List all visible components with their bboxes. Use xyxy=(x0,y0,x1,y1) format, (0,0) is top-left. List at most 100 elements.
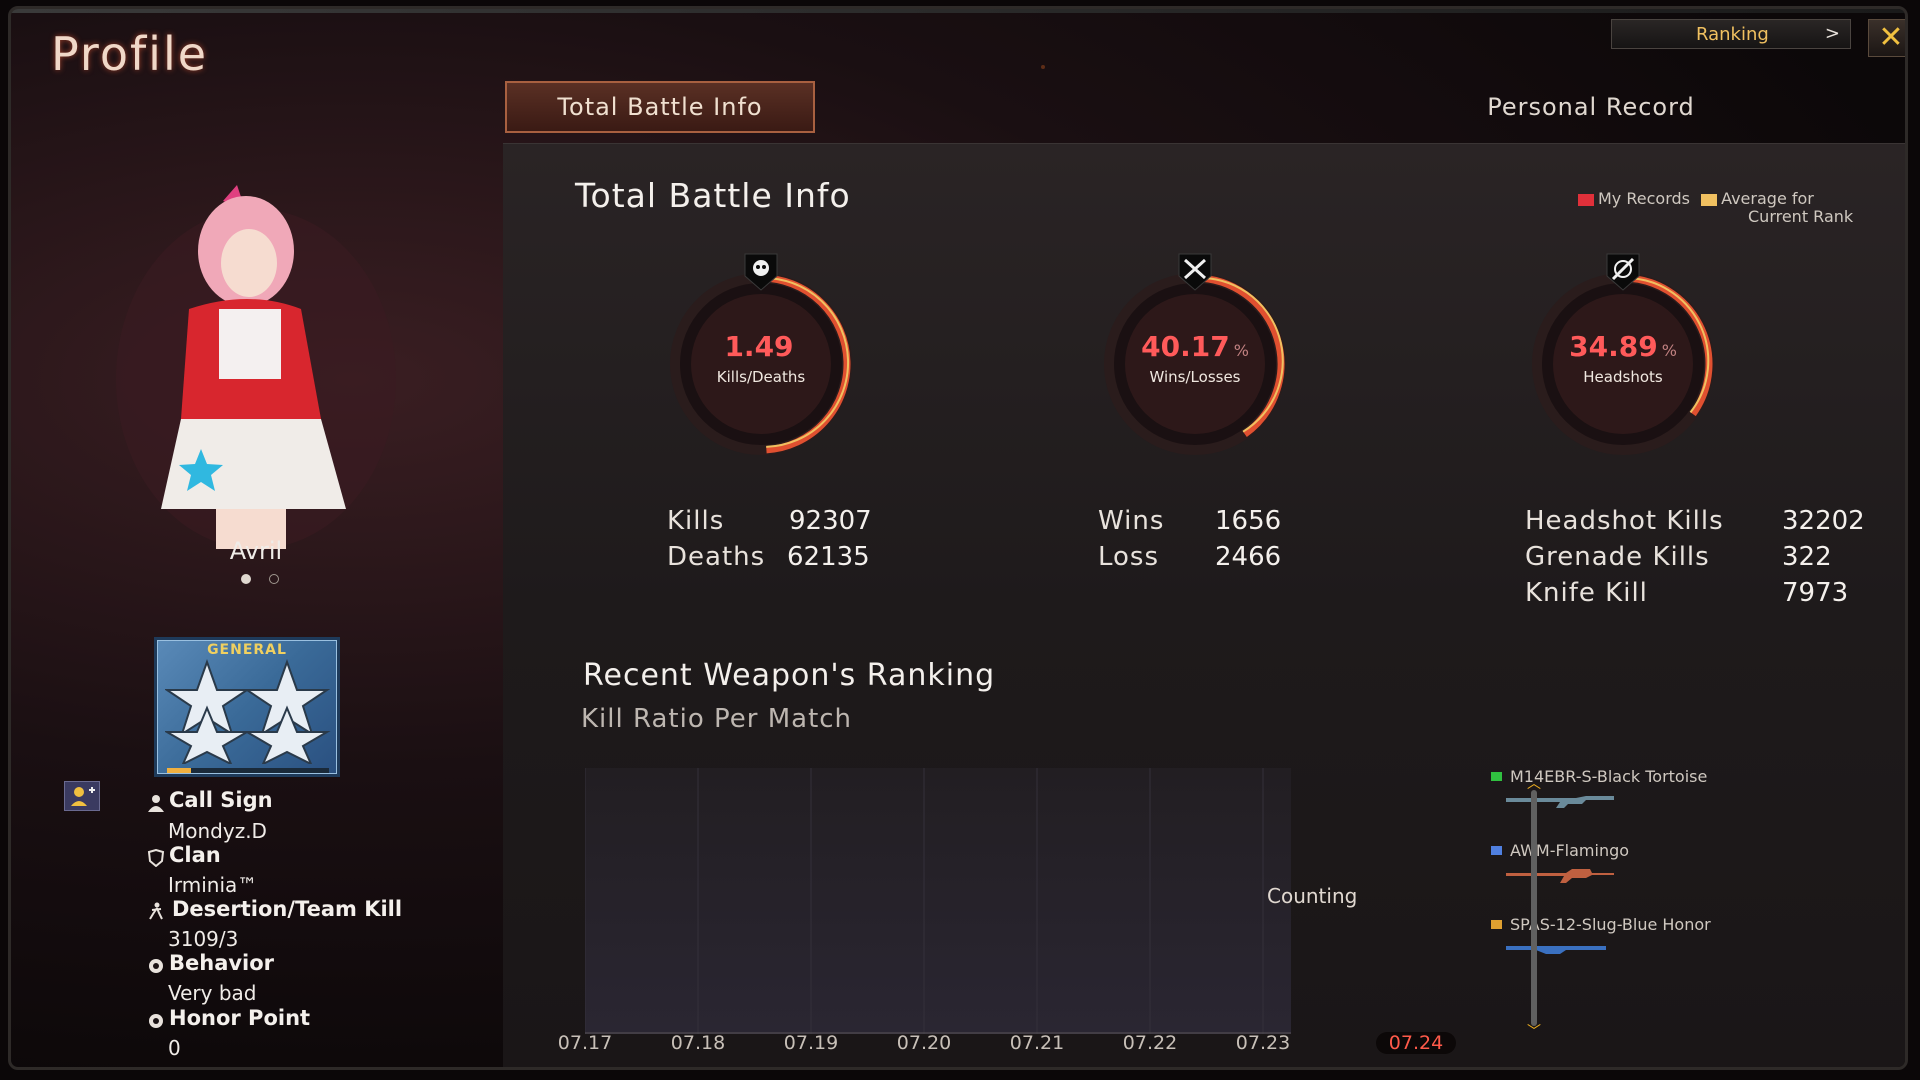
my-records-swatch xyxy=(1578,193,1594,206)
headshot-kills-label: Headshot Kills xyxy=(1525,506,1724,536)
weapon-ranking-subtitle: Kill Ratio Per Match xyxy=(581,704,853,734)
average-label: Average for xyxy=(1721,189,1814,208)
wl-label: Wins/Losses xyxy=(1149,368,1241,386)
ember-particle xyxy=(1041,65,1045,69)
loss-label: Loss xyxy=(1098,542,1160,572)
loss-value: 2466 xyxy=(1215,542,1282,572)
rank-insignia: GENERAL xyxy=(154,637,340,777)
kd-gauge-value-wrap: 1.49 xyxy=(661,330,861,363)
knife-kill-label: Knife Kill xyxy=(1525,578,1648,608)
average-swatch xyxy=(1701,193,1718,206)
rifle-icon xyxy=(1506,796,1614,808)
page-title: Profile xyxy=(51,27,209,81)
call-sign-label: Call Sign xyxy=(169,788,273,812)
running-person-icon xyxy=(149,902,163,920)
rank-title: GENERAL xyxy=(207,642,287,658)
hs-unit: % xyxy=(1661,341,1677,360)
headshot-gauge-ring xyxy=(1532,273,1714,455)
character-name: Avril xyxy=(229,537,283,565)
weapon-ranking-title: Recent Weapon's Ranking xyxy=(583,658,996,693)
chart-x-tick[interactable]: 07.17 xyxy=(545,1032,625,1054)
wl-unit: % xyxy=(1233,341,1249,360)
behavior-value: Very bad xyxy=(168,981,257,1005)
add-friend-button[interactable] xyxy=(64,781,100,811)
profile-window: Profile Ranking > ✕ Total Battle Info Pe… xyxy=(8,6,1908,1070)
knife-kill-value: 7973 xyxy=(1782,578,1849,608)
star-icon xyxy=(165,705,251,764)
scroll-track[interactable] xyxy=(1531,790,1537,1026)
clan-shield-icon xyxy=(147,849,165,867)
deaths-label: Deaths xyxy=(667,542,766,572)
hs-value: 34.89 xyxy=(1569,330,1658,363)
average-label-line2: Current Rank xyxy=(1748,207,1854,226)
tab-personal-record[interactable]: Personal Record xyxy=(1411,81,1771,133)
crosshair-icon xyxy=(1606,253,1640,291)
shotgun-icon xyxy=(1506,946,1606,954)
close-button[interactable]: ✕ xyxy=(1868,19,1905,57)
kills-label: Kills xyxy=(667,506,725,536)
tab-total-battle-info[interactable]: Total Battle Info xyxy=(505,81,815,133)
desertion-label: Desertion/Team Kill xyxy=(172,897,403,921)
wl-gauge: 40.17% Wins/Losses xyxy=(1095,253,1295,464)
hs-label: Headshots xyxy=(1583,368,1663,386)
chevron-right-icon: > xyxy=(1824,23,1840,44)
chart-x-tick[interactable]: 07.19 xyxy=(771,1032,851,1054)
carousel-dot[interactable] xyxy=(241,574,251,584)
kd-gauge: 1.49 Kills/Deaths xyxy=(661,253,861,464)
scroll-down-icon[interactable]: ﹀ xyxy=(1525,1025,1543,1039)
rank-stars xyxy=(165,659,331,764)
deaths-value: 62135 xyxy=(787,542,870,572)
crossed-swords-icon xyxy=(1178,253,1212,291)
clan-value: Irminia™ xyxy=(168,873,258,897)
kd-gauge-ring xyxy=(670,273,852,455)
gauge-inner xyxy=(691,294,831,434)
call-sign-value: Mondyz.D xyxy=(168,819,267,843)
person-icon xyxy=(148,795,164,812)
wl-gauge-ring xyxy=(1104,273,1286,455)
wl-gauge-value-wrap: 40.17% xyxy=(1095,330,1295,363)
close-icon: ✕ xyxy=(1878,20,1904,55)
chart-x-tick[interactable]: 07.21 xyxy=(997,1032,1077,1054)
wins-label: Wins xyxy=(1098,506,1165,536)
kill-ratio-chart xyxy=(585,768,1291,1034)
chart-x-tick[interactable]: 07.20 xyxy=(884,1032,964,1054)
behavior-label: Behavior xyxy=(169,951,275,975)
chart-x-tick[interactable]: 07.22 xyxy=(1110,1032,1190,1054)
chart-x-tick[interactable]: 07.18 xyxy=(658,1032,738,1054)
wl-value: 40.17 xyxy=(1141,330,1230,363)
window-top-border xyxy=(11,9,1905,13)
gauge-inner xyxy=(1553,294,1693,434)
headshot-kills-value: 32202 xyxy=(1782,506,1865,536)
weapon-swatch xyxy=(1491,846,1502,855)
grenade-kills-label: Grenade Kills xyxy=(1525,542,1710,572)
weapon-swatch xyxy=(1491,920,1502,929)
counting-status: Counting xyxy=(1267,884,1358,908)
chart-x-tick[interactable]: 07.24 xyxy=(1376,1032,1456,1054)
character-skirt xyxy=(161,419,346,509)
honor-badge-icon xyxy=(149,1014,163,1028)
kd-value: 1.49 xyxy=(724,330,794,363)
carousel-dot[interactable] xyxy=(269,574,279,584)
weapon-swatch xyxy=(1491,772,1502,781)
desertion-value: 3109/3 xyxy=(168,927,239,951)
ranking-button-label: Ranking xyxy=(1696,24,1769,45)
weapon-list-scrollbar[interactable]: ︿ ﹀ xyxy=(1525,777,1543,1039)
hs-gauge-value-wrap: 34.89% xyxy=(1523,330,1723,363)
headshot-gauge: 34.89% Headshots xyxy=(1523,253,1723,464)
sniper-rifle-icon xyxy=(1506,869,1614,883)
add-user-icon xyxy=(71,787,95,806)
star-icon xyxy=(243,705,331,764)
battle-info-panel: Total Battle Info My Records Average for… xyxy=(503,143,1905,1067)
chart-x-tick[interactable]: 07.23 xyxy=(1223,1032,1303,1054)
scroll-up-icon[interactable]: ︿ xyxy=(1525,777,1543,791)
records-legend: My Records Average for Current Rank xyxy=(1578,190,1853,226)
kd-label: Kills/Deaths xyxy=(716,368,806,386)
character-face xyxy=(221,229,277,297)
ranking-button[interactable]: Ranking > xyxy=(1611,19,1851,49)
wins-value: 1656 xyxy=(1215,506,1282,536)
character-portrait xyxy=(116,185,396,549)
battle-info-title: Total Battle Info xyxy=(575,176,851,215)
grenade-kills-value: 322 xyxy=(1782,542,1832,572)
kill-ratio-chart-svg xyxy=(585,768,1291,1034)
rank-progress-fill xyxy=(167,768,192,773)
